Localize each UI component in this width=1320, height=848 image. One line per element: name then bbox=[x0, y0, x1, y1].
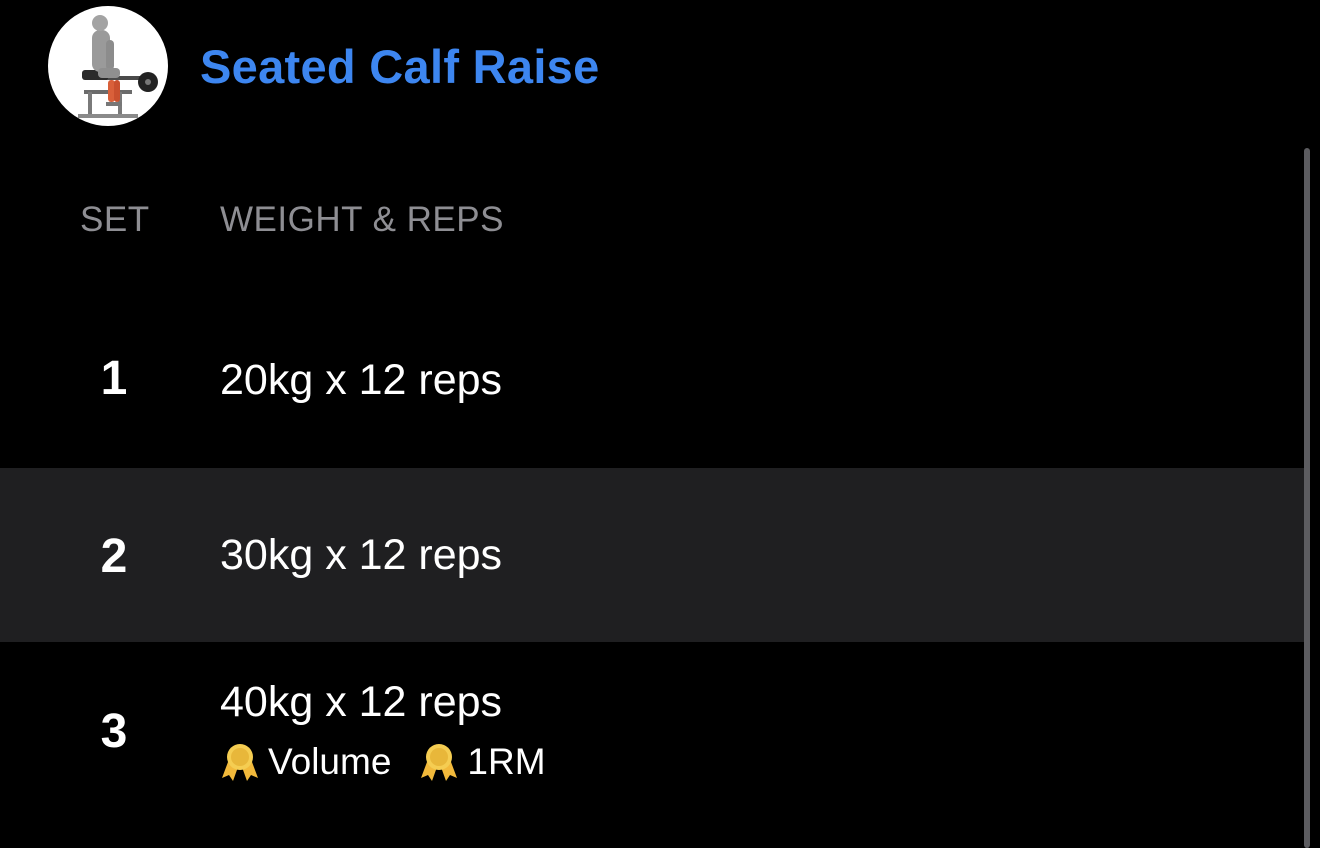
set-weight-reps: 20kg x 12 reps bbox=[220, 356, 503, 404]
set-row-2[interactable]: 2 30kg x 12 reps bbox=[0, 468, 1304, 642]
set-row-3[interactable]: 3 40kg x 12 reps Volume 1RM bbox=[0, 642, 1304, 816]
set-column-header: SET bbox=[80, 200, 150, 239]
seated-calf-raise-icon bbox=[78, 15, 158, 118]
record-label: Volume bbox=[268, 741, 392, 782]
record-label: 1RM bbox=[467, 741, 546, 782]
set-weight-reps: 40kg x 12 reps bbox=[220, 678, 503, 726]
set-row-1[interactable]: 1 20kg x 12 reps bbox=[0, 294, 1304, 468]
scrollbar[interactable] bbox=[1304, 148, 1310, 848]
exercise-title[interactable]: Seated Calf Raise bbox=[200, 39, 600, 94]
record-volume: Volume bbox=[218, 740, 391, 784]
weight-reps-column-header: WEIGHT & REPS bbox=[220, 200, 504, 239]
exercise-thumbnail[interactable] bbox=[48, 6, 168, 126]
personal-records: Volume 1RM bbox=[218, 740, 572, 784]
set-number: 1 bbox=[100, 352, 128, 405]
exercise-header: Seated Calf Raise bbox=[48, 6, 600, 126]
set-weight-reps: 30kg x 12 reps bbox=[220, 531, 503, 579]
set-number: 2 bbox=[100, 530, 128, 583]
medal-icon bbox=[417, 740, 461, 784]
record-1rm: 1RM bbox=[417, 740, 546, 784]
set-number: 3 bbox=[100, 705, 128, 758]
medal-icon bbox=[218, 740, 262, 784]
